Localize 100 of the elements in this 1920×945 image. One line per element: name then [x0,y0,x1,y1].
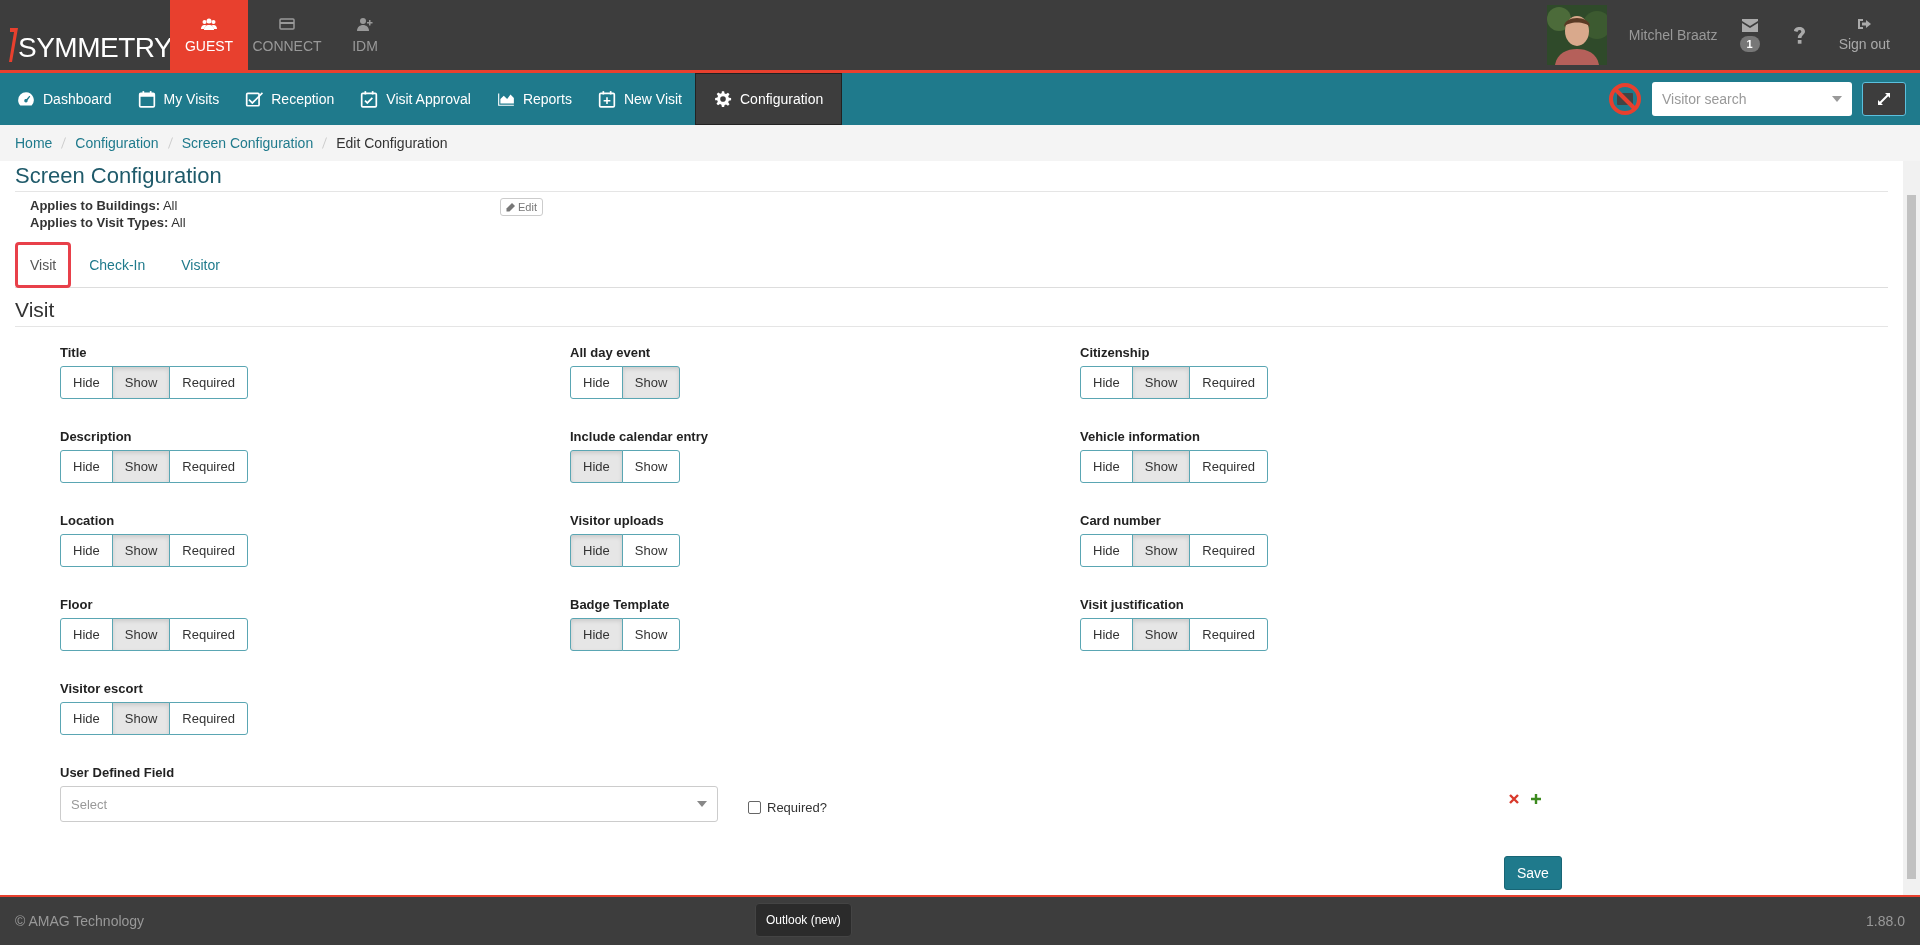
field-label: Include calendar entry [570,429,709,444]
toggle-option[interactable]: Show [111,534,171,567]
calcheck-icon [360,90,379,108]
breadcrumb-separator-icon [167,137,173,149]
section-title: Visit [15,298,1888,327]
toggle-option[interactable]: Hide [1080,618,1133,651]
field-label: All day event [570,345,652,360]
app-tab[interactable]: IDM [326,0,404,70]
toggle-option[interactable]: Required [1189,450,1269,483]
app-tab[interactable]: CONNECT [248,0,326,70]
gauge-icon [17,90,35,108]
version-text: 1.88.0 [1866,913,1905,929]
nav-item[interactable]: Reports [483,73,585,125]
toggle-option[interactable]: Hide [1080,534,1133,567]
toggle-option[interactable]: Hide [60,450,113,483]
toggle-option[interactable]: Hide [60,366,113,399]
app-tab[interactable]: GUEST [170,0,248,70]
breadcrumb-link[interactable]: Screen Configuration [181,135,314,151]
toggle-option[interactable]: Show [1131,534,1191,567]
nav-item[interactable]: Visit Approval [347,73,484,125]
toggle-option[interactable]: Hide [570,366,623,399]
toggle-option[interactable]: Required [1189,366,1269,399]
field-label: Vehicle information [1080,429,1201,444]
gear-icon [714,90,732,108]
checkbox-label: Required? [767,799,827,815]
breadcrumb-separator-icon [322,137,328,149]
expand-button[interactable] [1862,82,1906,116]
toggle-option[interactable]: Hide [60,534,113,567]
calendar-icon [137,90,156,108]
toggle-option[interactable]: Hide [1080,450,1133,483]
sign-out-icon [1857,18,1871,30]
toggle-option[interactable]: Show [111,450,171,483]
remove-icon[interactable] [1509,794,1519,804]
toggle-option[interactable]: Show [111,366,171,399]
toggle-option[interactable]: Hide [570,450,623,483]
toggle-option[interactable]: Show [1131,366,1191,399]
pencil-icon [506,202,515,212]
breadcrumb-link[interactable]: Home [15,135,53,151]
field-label: Visitor uploads [570,513,665,528]
toggle-option[interactable]: Show [111,618,171,651]
toggle-option[interactable]: Show [621,618,681,651]
required-checkbox[interactable] [748,800,761,814]
scrollbar[interactable] [1903,161,1920,895]
toggle-option[interactable]: Show [111,702,171,735]
toggle-option[interactable]: Required [169,702,249,735]
nav-item[interactable]: New Visit [584,73,695,125]
caret-icon [697,801,707,807]
applies-line: Applies to Buildings: All [30,198,179,213]
toggle-option[interactable]: Required [1189,618,1269,651]
envelope-icon[interactable] [1741,18,1758,32]
toggle-option[interactable]: Show [621,450,681,483]
breadcrumb-link[interactable]: Configuration [75,135,159,151]
toggle-option[interactable]: Required [1189,534,1269,567]
useradd-icon [357,16,373,32]
field-label: Floor [60,597,94,612]
nav-item[interactable]: Reception [232,73,348,125]
checkbox-icon [245,90,264,108]
toggle-option[interactable]: Show [1131,618,1191,651]
sign-out-button[interactable]: Sign out [1832,0,1896,70]
message-count: 1 [1739,35,1760,52]
tab[interactable]: Visitor [163,242,238,287]
toggle-option[interactable]: Hide [570,618,623,651]
expand-icon [1878,93,1890,105]
save-button[interactable]: Save [1504,856,1562,890]
copyright-text: © AMAG Technology [15,913,145,929]
calplus-icon [597,90,616,108]
toggle-option[interactable]: Required [169,534,249,567]
toggle-option[interactable]: Required [169,450,249,483]
add-icon[interactable] [1531,794,1541,804]
applies-line: Applies to Visit Types: All [30,215,187,230]
page-title: Screen Configuration [15,163,1888,192]
toggle-option[interactable]: Hide [60,702,113,735]
field-label: Location [60,513,116,528]
toggle-option[interactable]: Required [169,618,249,651]
caret-icon [1832,96,1842,102]
toggle-option[interactable]: Show [621,366,681,399]
tab[interactable]: Visit [15,242,72,288]
field-label: Description [60,429,133,444]
people-icon [201,16,217,32]
toggle-option[interactable]: Show [621,534,681,567]
symmetry-logo: SYMMETRY [8,28,173,62]
help-icon[interactable] [1793,26,1805,44]
toggle-option[interactable]: Show [1131,450,1191,483]
toggle-option[interactable]: Hide [60,618,113,651]
breadcrumb-current: Edit Configuration [336,135,448,151]
breadcrumb-separator-icon [61,137,67,149]
user-name: Mitchel Braatz [1628,27,1718,43]
card-icon [279,16,295,32]
toggle-option[interactable]: Hide [1080,366,1133,399]
edit-button[interactable]: Edit [500,198,543,216]
toggle-option[interactable]: Hide [570,534,623,567]
field-label: Visitor escort [60,681,144,696]
nav-item[interactable]: My Visits [124,73,233,125]
field-label: Title [60,345,88,360]
field-label: Visit justification [1080,597,1185,612]
tab[interactable]: Check-In [71,242,164,287]
nav-item[interactable]: Configuration [695,73,843,125]
field-label: Badge Template [570,597,671,612]
toggle-option[interactable]: Required [169,366,249,399]
nav-item[interactable]: Dashboard [4,73,125,125]
